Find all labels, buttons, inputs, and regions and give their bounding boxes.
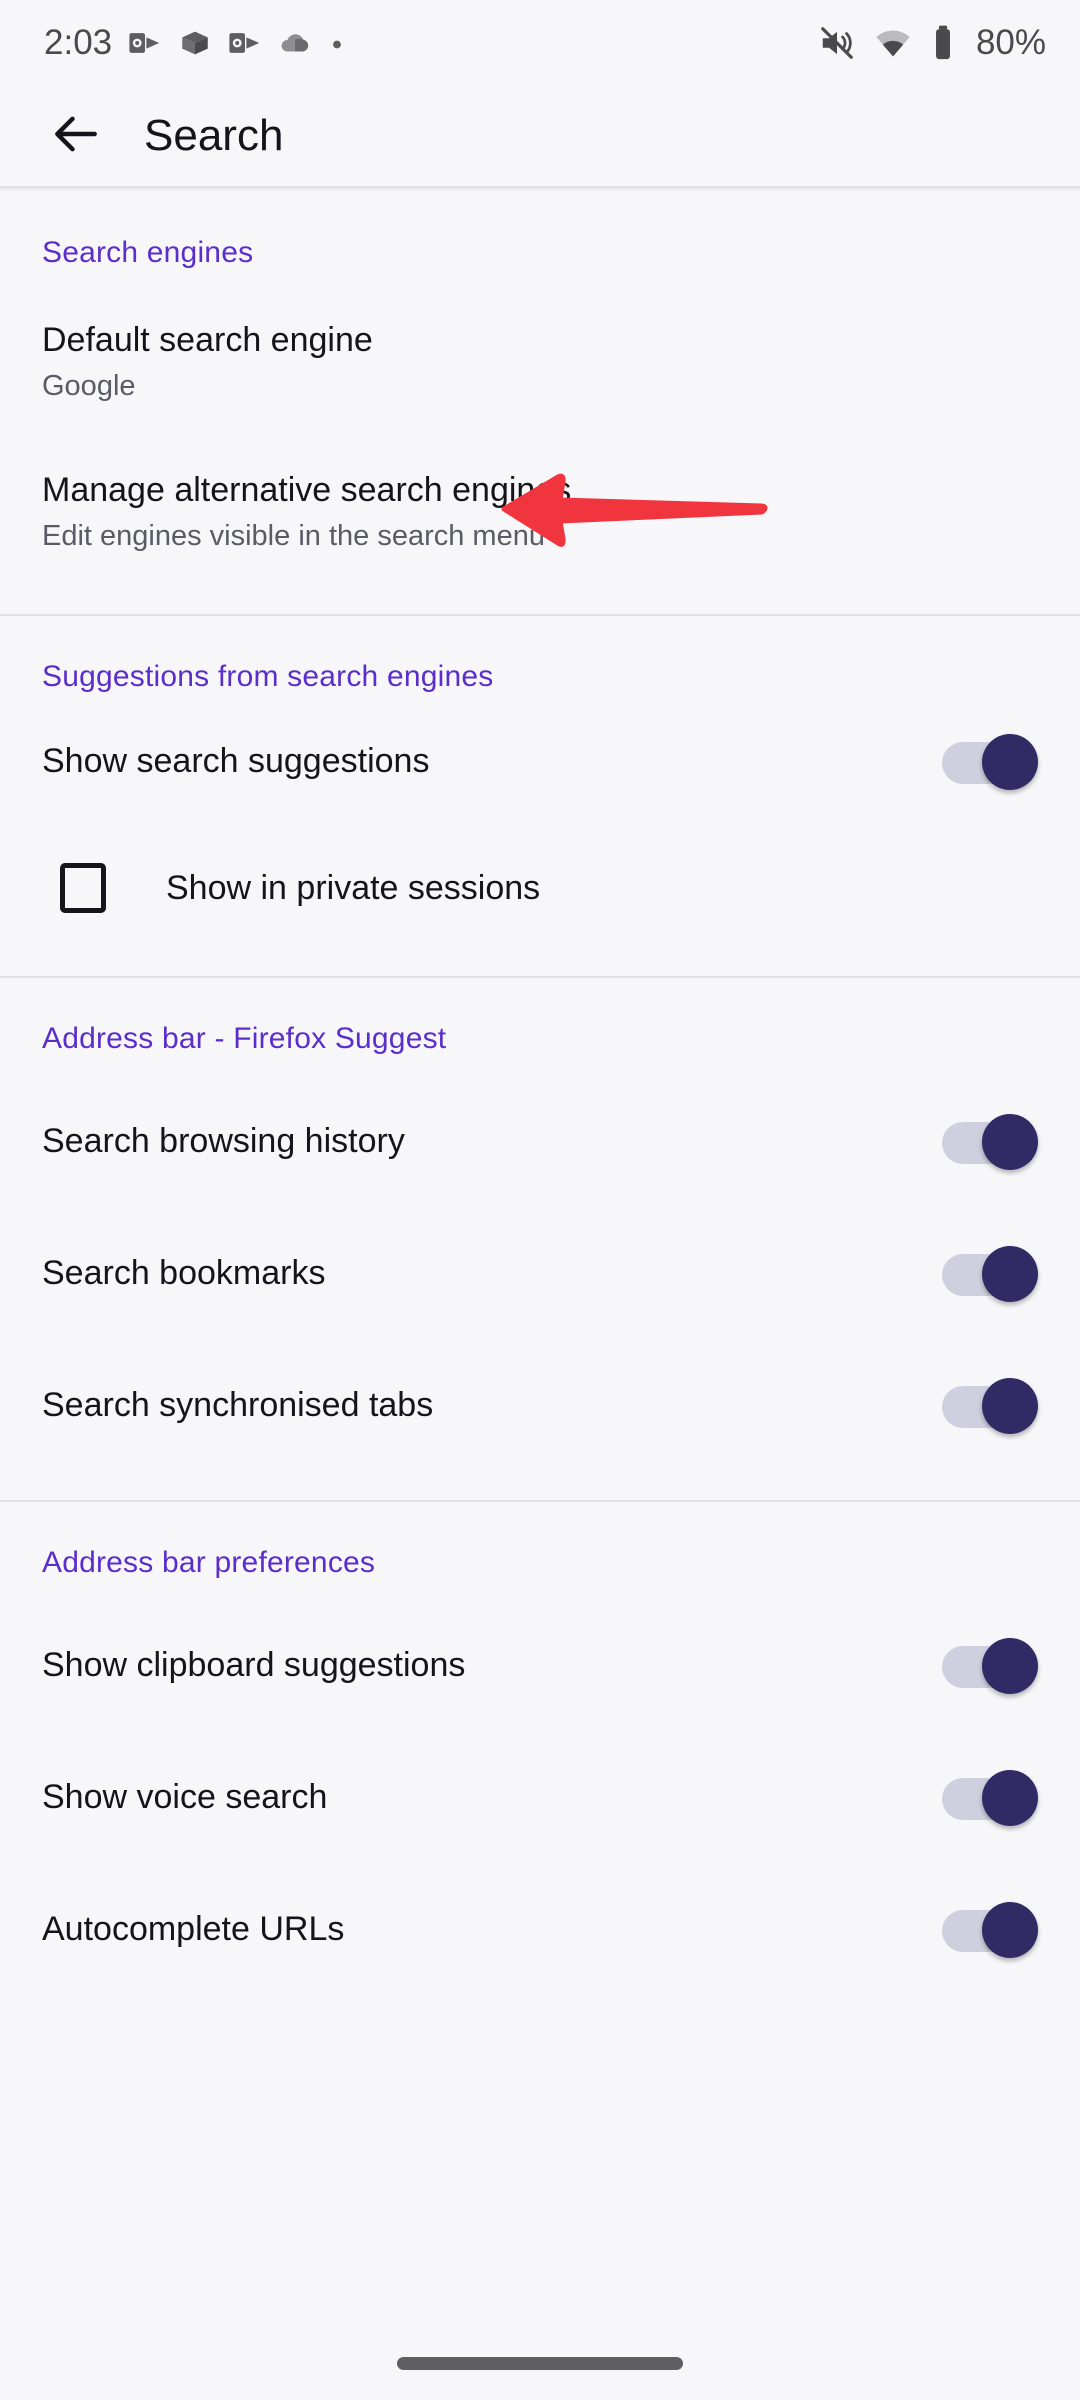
section-address-bar-firefox-suggest: Address bar - Firefox Suggest Search bro… [0,978,1080,1502]
pref-title: Show voice search [42,1778,328,1817]
toggle-thumb [982,1378,1038,1434]
status-clock: 2:03 [44,23,113,62]
outlook-icon [128,26,162,60]
toggle-thumb [982,734,1038,790]
pref-text: Default search engine Google [42,320,1038,404]
toggle-thumb [982,1902,1038,1958]
toggle-thumb [982,1770,1038,1826]
section-header-search-engines: Search engines [42,236,254,269]
pref-text: Manage alternative search engines Edit e… [42,470,1038,554]
onedrive-box-icon [178,26,212,60]
toggle-thumb [982,1638,1038,1694]
pref-title: Default search engine [42,321,373,360]
pref-title: Autocomplete URLs [42,1910,345,1949]
toggle-show-search-suggestions[interactable] [942,734,1038,790]
pref-summary: Google [42,369,136,402]
pref-text: Search synchronised tabs [42,1385,918,1426]
pref-text: Show search suggestions [42,741,918,782]
toggle-show-clipboard-suggestions[interactable] [942,1638,1038,1694]
pref-row-search-bookmarks[interactable]: Search bookmarks [0,1208,1080,1340]
status-bar-right: 80% [818,23,1046,63]
pref-title: Show clipboard suggestions [42,1646,466,1685]
pref-row-search-browsing-history[interactable]: Search browsing history [0,1076,1080,1208]
section-suggestions-from-search-engines: Suggestions from search engines Show sea… [0,616,1080,978]
app-bar: Search [0,86,1080,186]
pref-title: Search browsing history [42,1122,405,1161]
toggle-search-browsing-history[interactable] [942,1114,1038,1170]
checkbox-show-in-private-sessions[interactable] [60,863,106,913]
section-search-engines: Search engines Default search engine Goo… [0,192,1080,616]
pref-text: Search bookmarks [42,1253,918,1294]
toggle-thumb [982,1114,1038,1170]
status-bar-left: 2:03 [44,23,346,63]
settings-list: Search engines Default search engine Goo… [0,192,1080,1996]
pref-text: Search browsing history [42,1121,918,1162]
pref-title: Search synchronised tabs [42,1386,434,1425]
pref-row-show-in-private-sessions[interactable]: Show in private sessions [0,830,1080,946]
battery-icon [930,24,956,62]
volume-muted-icon [818,24,856,62]
battery-percent-label: 80% [975,23,1046,62]
toggle-search-synchronised-tabs[interactable] [942,1378,1038,1434]
home-gesture-pill[interactable] [397,2356,683,2370]
pref-title: Manage alternative search engines [42,471,572,510]
back-arrow-icon [48,106,104,167]
pref-text: Show clipboard suggestions [42,1645,918,1686]
weather-cloud-icon [278,26,312,60]
toggle-search-bookmarks[interactable] [942,1246,1038,1302]
toggle-show-voice-search[interactable] [942,1770,1038,1826]
pref-title: Search bookmarks [42,1254,326,1293]
system-navigation-bar [0,2326,1080,2400]
pref-summary: Edit engines visible in the search menu [42,519,545,552]
pref-title: Show in private sessions [166,868,541,907]
outlook-icon [228,26,262,60]
pref-text: Show voice search [42,1777,918,1818]
back-button[interactable] [44,104,108,168]
pref-row-show-voice-search[interactable]: Show voice search [0,1732,1080,1864]
pref-row-show-clipboard-suggestions[interactable]: Show clipboard suggestions [0,1600,1080,1732]
dot-icon [328,34,346,52]
section-header-firefox-suggest: Address bar - Firefox Suggest [42,1022,447,1055]
pref-row-default-search-engine[interactable]: Default search engine Google [0,270,1080,420]
wifi-icon [874,24,912,62]
pref-text: Autocomplete URLs [42,1909,918,1950]
pref-title: Show search suggestions [42,742,430,781]
pref-row-search-synchronised-tabs[interactable]: Search synchronised tabs [0,1340,1080,1472]
toggle-thumb [982,1246,1038,1302]
toggle-autocomplete-urls[interactable] [942,1902,1038,1958]
section-header-address-bar-preferences: Address bar preferences [42,1546,376,1579]
section-address-bar-preferences: Address bar preferences Show clipboard s… [0,1502,1080,1996]
page-title: Search [144,111,284,160]
pref-row-manage-alternative-search-engines[interactable]: Manage alternative search engines Edit e… [0,420,1080,570]
status-bar: 2:03 80% [0,0,1080,86]
section-header-suggestions: Suggestions from search engines [42,660,494,693]
pref-row-show-search-suggestions[interactable]: Show search suggestions [0,694,1080,830]
pref-row-autocomplete-urls[interactable]: Autocomplete URLs [0,1864,1080,1996]
